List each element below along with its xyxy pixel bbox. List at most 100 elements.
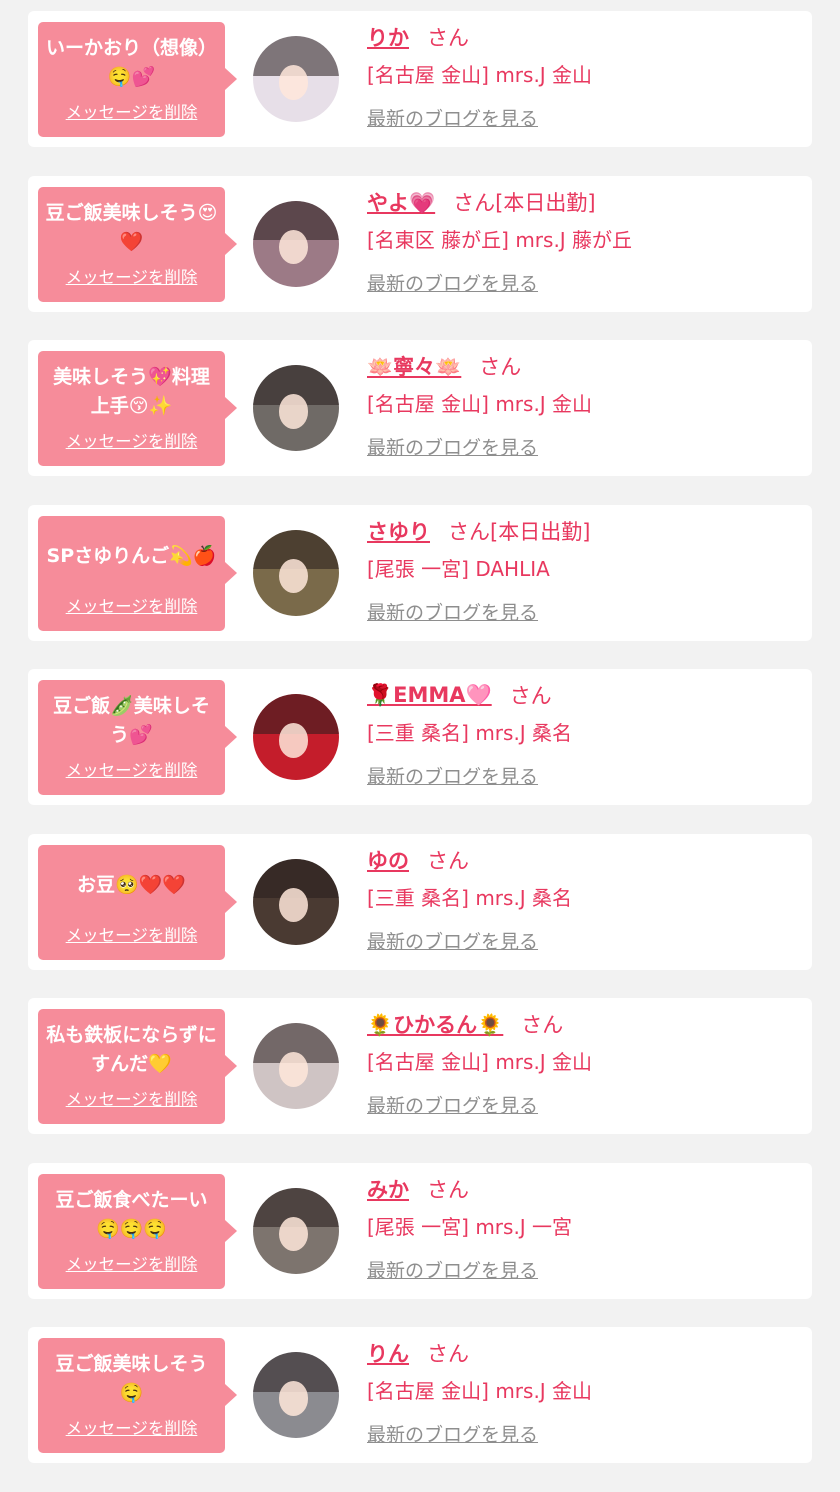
name-line: ゆの さん — [367, 844, 802, 876]
profile-name-link[interactable]: りか — [367, 22, 409, 52]
profile-name-link[interactable]: みか — [367, 1174, 409, 1204]
delete-message-link[interactable]: メッセージを削除 — [38, 99, 225, 123]
profile-info: やよ💗 さん [本日出勤] [名東区 藤が丘] mrs.J 藤が丘 最新のブログ… — [367, 186, 802, 296]
profile-info: りか さん [名古屋 金山] mrs.J 金山 最新のブログを見る — [367, 21, 802, 131]
shop-info: [名古屋 金山] mrs.J 金山 — [367, 1379, 593, 1403]
latest-blog-link[interactable]: 最新のブログを見る — [367, 1420, 538, 1447]
delete-message-link[interactable]: メッセージを削除 — [38, 922, 225, 946]
message-text-area: 豆ご飯美味しそう🤤 — [44, 1344, 219, 1414]
profile-name-link[interactable]: ゆの — [367, 845, 409, 875]
honorific: さん — [427, 1177, 469, 1202]
avatar-face-shape — [278, 1216, 309, 1252]
message-text-area: 豆ご飯美味しそう😍❤️ — [44, 193, 219, 263]
message-card: 豆ご飯美味しそう😍❤️ メッセージを削除 やよ💗 さん [本日出勤] [名東区 … — [28, 175, 812, 312]
message-text-area: いーかおり（想像）🤤💕 — [44, 28, 219, 98]
delete-message-link[interactable]: メッセージを削除 — [38, 593, 225, 617]
shop-info: [名古屋 金山] mrs.J 金山 — [367, 392, 593, 416]
message-text: 豆ご飯美味しそう😍❤️ — [45, 201, 218, 253]
avatar-face-shape — [278, 887, 309, 923]
message-bubble: 豆ご飯食べたーい🤤🤤🤤 メッセージを削除 — [38, 1173, 237, 1289]
shop-info: [名古屋 金山] mrs.J 金山 — [367, 63, 593, 87]
profile-name-link[interactable]: 🪷寧々🪷 — [367, 351, 461, 381]
message-text: 豆ご飯美味しそう🤤 — [55, 1353, 208, 1404]
delete-message-link[interactable]: メッセージを削除 — [38, 1415, 225, 1439]
message-bubble: 美味しそう💖料理上手😚✨ メッセージを削除 — [38, 351, 237, 466]
work-status: [本日出勤] — [495, 190, 596, 215]
avatar[interactable] — [253, 858, 339, 945]
profile-info: みか さん [尾張 一宮] mrs.J 一宮 最新のブログを見る — [367, 1173, 802, 1283]
profile-name-link[interactable]: 🌻ひかるん🌻 — [367, 1009, 503, 1039]
latest-blog-link[interactable]: 最新のブログを見る — [367, 598, 538, 625]
avatar-face-shape — [278, 1381, 309, 1416]
shop-info: [三重 桑名] mrs.J 桑名 — [367, 721, 573, 745]
message-text-area: お豆🥺❤️❤️ — [44, 851, 219, 921]
message-text: SPさゆりんご💫🍎 — [46, 545, 217, 567]
shop-info: [尾張 一宮] mrs.J 一宮 — [367, 1214, 573, 1239]
message-list: いーかおり（想像）🤤💕 メッセージを削除 りか さん [名古屋 金山] mrs.… — [28, 11, 812, 1492]
shop-info: [三重 桑名] mrs.J 桑名 — [367, 885, 573, 910]
message-text: 豆ご飯食べたーい🤤🤤🤤 — [55, 1188, 208, 1240]
name-line: みか さん — [367, 1173, 802, 1205]
message-bubble: 豆ご飯美味しそう🤤 メッセージを削除 — [38, 1338, 237, 1453]
message-bubble: いーかおり（想像）🤤💕 メッセージを削除 — [38, 22, 237, 137]
name-line: さゆり さん [本日出勤] — [367, 515, 802, 547]
honorific: さん — [521, 1013, 564, 1037]
profile-name-link[interactable]: 🌹EMMA🩷 — [367, 683, 492, 708]
latest-blog-link[interactable]: 最新のブログを見る — [367, 762, 538, 789]
avatar[interactable] — [253, 529, 339, 616]
shop-info: [名東区 藤が丘] mrs.J 藤が丘 — [367, 227, 633, 252]
profile-name-link[interactable]: りん — [367, 1338, 409, 1368]
avatar[interactable] — [253, 200, 339, 287]
latest-blog-link[interactable]: 最新のブログを見る — [367, 269, 538, 296]
message-text: 私も鉄板にならずにすんだ💛 — [46, 1024, 217, 1075]
avatar[interactable] — [253, 1023, 339, 1109]
avatar[interactable] — [253, 1187, 339, 1274]
message-text-area: 私も鉄板にならずにすんだ💛 — [44, 1015, 219, 1085]
message-card: いーかおり（想像）🤤💕 メッセージを削除 りか さん [名古屋 金山] mrs.… — [28, 11, 812, 147]
delete-message-link[interactable]: メッセージを削除 — [38, 1251, 225, 1275]
message-card: SPさゆりんご💫🍎 メッセージを削除 さゆり さん [本日出勤] [尾張 一宮]… — [28, 504, 812, 641]
profile-info: ゆの さん [三重 桑名] mrs.J 桑名 最新のブログを見る — [367, 844, 802, 954]
latest-blog-link[interactable]: 最新のブログを見る — [367, 104, 538, 131]
avatar[interactable] — [253, 694, 339, 780]
avatar[interactable] — [253, 36, 339, 122]
message-bubble: お豆🥺❤️❤️ メッセージを削除 — [38, 844, 237, 960]
name-line: 🌹EMMA🩷 さん — [367, 679, 802, 711]
name-line: りん さん — [367, 1337, 802, 1369]
delete-message-link[interactable]: メッセージを削除 — [38, 428, 225, 452]
latest-blog-link[interactable]: 最新のブログを見る — [367, 433, 538, 460]
profile-info: 🪷寧々🪷 さん [名古屋 金山] mrs.J 金山 最新のブログを見る — [367, 350, 802, 460]
profile-name-link[interactable]: さゆり — [367, 516, 430, 546]
avatar-face-shape — [278, 229, 309, 265]
latest-blog-link[interactable]: 最新のブログを見る — [367, 1091, 538, 1118]
honorific: さん — [448, 519, 490, 544]
message-card: お豆🥺❤️❤️ メッセージを削除 ゆの さん [三重 桑名] mrs.J 桑名 … — [28, 833, 812, 970]
avatar-face-shape — [278, 1052, 309, 1087]
honorific: さん — [427, 1342, 469, 1366]
message-card: 美味しそう💖料理上手😚✨ メッセージを削除 🪷寧々🪷 さん [名古屋 金山] m… — [28, 340, 812, 476]
latest-blog-link[interactable]: 最新のブログを見る — [367, 1256, 538, 1283]
avatar[interactable] — [253, 1352, 339, 1438]
delete-message-link[interactable]: メッセージを削除 — [38, 264, 225, 288]
avatar-face-shape — [278, 394, 309, 429]
name-line: やよ💗 さん [本日出勤] — [367, 186, 802, 218]
delete-message-link[interactable]: メッセージを削除 — [38, 757, 225, 781]
shop-info: [名古屋 金山] mrs.J 金山 — [367, 1050, 593, 1074]
message-text-area: 豆ご飯🫛美味しそう💕 — [44, 686, 219, 756]
delete-message-link[interactable]: メッセージを削除 — [38, 1086, 225, 1110]
profile-info: 🌻ひかるん🌻 さん [名古屋 金山] mrs.J 金山 最新のブログを見る — [367, 1008, 802, 1118]
message-bubble: 豆ご飯美味しそう😍❤️ メッセージを削除 — [38, 186, 237, 302]
message-text: 豆ご飯🫛美味しそう💕 — [53, 695, 210, 746]
message-bubble: 私も鉄板にならずにすんだ💛 メッセージを削除 — [38, 1009, 237, 1124]
latest-blog-link[interactable]: 最新のブログを見る — [367, 927, 538, 954]
profile-info: さゆり さん [本日出勤] [尾張 一宮] DAHLIA 最新のブログを見る — [367, 515, 802, 625]
message-text-area: 豆ご飯食べたーい🤤🤤🤤 — [44, 1180, 219, 1250]
avatar[interactable] — [253, 365, 339, 451]
message-card: 私も鉄板にならずにすんだ💛 メッセージを削除 🌻ひかるん🌻 さん [名古屋 金山… — [28, 998, 812, 1134]
name-line: 🌻ひかるん🌻 さん — [367, 1008, 802, 1040]
message-text: 美味しそう💖料理上手😚✨ — [53, 366, 210, 417]
profile-name-link[interactable]: やよ💗 — [367, 187, 435, 217]
honorific: さん — [509, 684, 552, 708]
profile-info: りん さん [名古屋 金山] mrs.J 金山 最新のブログを見る — [367, 1337, 802, 1447]
name-line: 🪷寧々🪷 さん — [367, 350, 802, 382]
